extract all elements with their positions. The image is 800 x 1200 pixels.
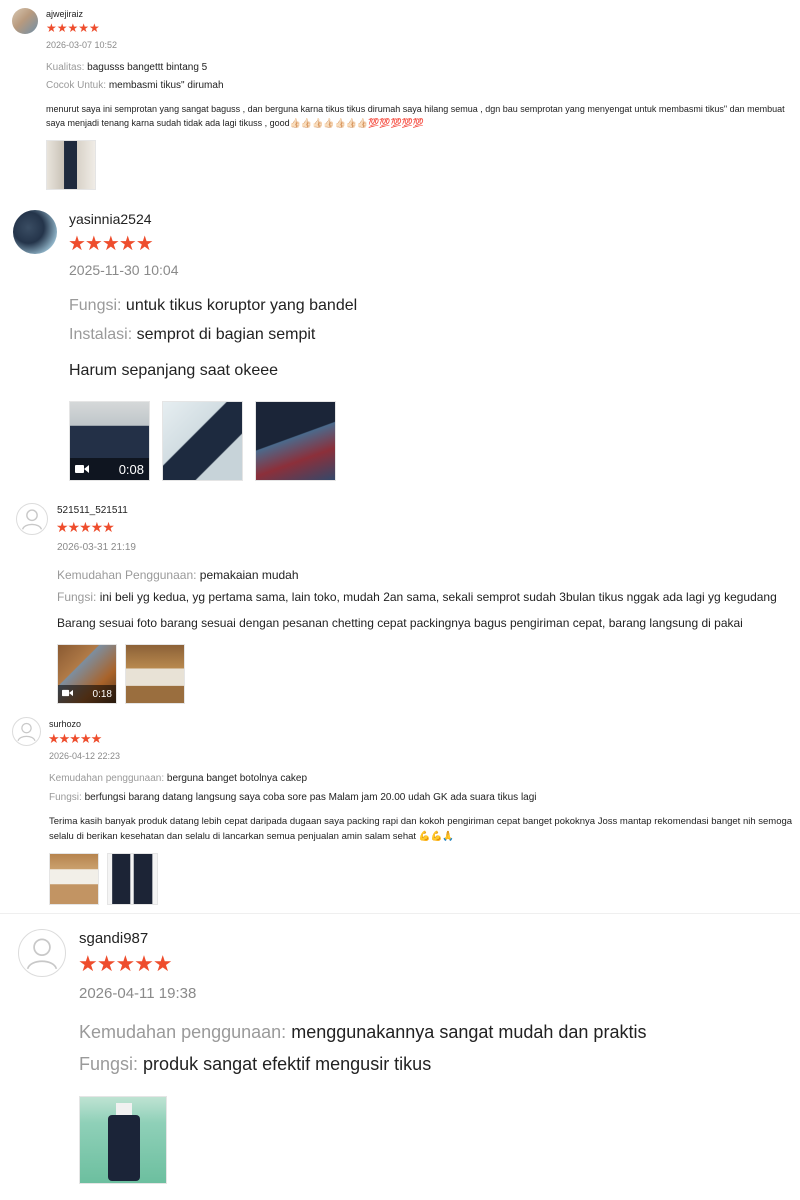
- avatar[interactable]: [12, 8, 38, 34]
- attribute-label: Fungsi:: [69, 297, 122, 314]
- reviewer-username[interactable]: surhozo: [49, 719, 81, 729]
- video-duration: 0:08: [118, 461, 144, 477]
- user-silhouette-icon: [26, 938, 58, 970]
- star-rating: ★★★★★: [48, 731, 102, 746]
- review-text: Harum sepanjang saat okeee: [69, 362, 279, 379]
- attribute-value: untuk tikus koruptor yang bandel: [125, 297, 358, 314]
- review-date: 2026-04-11 19:38: [79, 985, 197, 1002]
- review-attribute: Fungsi: ini beli yg kedua, yg pertama sa…: [57, 590, 777, 604]
- review-date: 2026-03-07 10:52: [46, 40, 118, 50]
- review-text: Terima kasih banyak produk datang lebih …: [49, 816, 793, 842]
- avatar[interactable]: [12, 717, 41, 746]
- star-rating: ★★★★★: [56, 519, 115, 535]
- video-camera-icon: [75, 462, 89, 477]
- user-silhouette-icon: [21, 509, 43, 530]
- attribute-label: Kualitas:: [46, 62, 85, 73]
- review-attribute: Fungsi: untuk tikus koruptor yang bandel: [69, 297, 357, 315]
- review-photo[interactable]: [125, 644, 185, 704]
- avatar[interactable]: [13, 210, 57, 254]
- user-silhouette-icon: [17, 722, 36, 742]
- attribute-label: Fungsi:: [79, 1054, 139, 1074]
- attribute-value: berfungsi barang datang langsung saya co…: [84, 792, 537, 803]
- star-rating: ★★★★★: [46, 21, 100, 35]
- avatar[interactable]: [16, 503, 48, 535]
- attribute-value: menggunakannya sangat mudah dan praktis: [291, 1022, 647, 1042]
- review-attribute: Kemudahan penggunaan: menggunakannya san…: [79, 1022, 646, 1043]
- attribute-label: Instalasi:: [69, 326, 133, 343]
- attribute-label: Kemudahan penggunaan:: [49, 773, 165, 784]
- review-attribute: Fungsi: berfungsi barang datang langsung…: [49, 792, 537, 803]
- review-date: 2026-04-12 22:23: [49, 751, 121, 761]
- review-attribute: Kemudahan penggunaan: berguna banget bot…: [49, 773, 307, 784]
- avatar[interactable]: [18, 929, 66, 977]
- review-attribute: Kemudahan Penggunaan: pemakaian mudah: [57, 568, 299, 582]
- video-camera-icon: [62, 689, 73, 700]
- review-video[interactable]: 0:18: [57, 644, 117, 704]
- attribute-value: membasmi tikus" dirumah: [108, 80, 224, 91]
- review-photo[interactable]: [107, 853, 158, 905]
- review-attribute: Kualitas: bagusss bangettt bintang 5: [46, 62, 207, 73]
- review-photo[interactable]: [46, 140, 96, 190]
- review-photo[interactable]: [79, 1096, 167, 1184]
- review-photo[interactable]: [162, 401, 243, 481]
- review-attribute: Fungsi: produk sangat efektif mengusir t…: [79, 1054, 431, 1075]
- review-attribute: Instalasi: semprot di bagian sempit: [69, 326, 315, 344]
- video-bar: 0:18: [58, 685, 116, 703]
- star-rating: ★★★★★: [78, 951, 173, 976]
- attribute-label: Cocok Untuk:: [46, 80, 107, 91]
- review-video[interactable]: 0:08: [69, 401, 150, 481]
- video-bar: 0:08: [70, 458, 149, 480]
- divider: [0, 913, 800, 914]
- reviewer-username[interactable]: ajwejiraiz: [46, 9, 83, 19]
- reviewer-username[interactable]: yasinnia2524: [69, 211, 152, 227]
- attribute-label: Fungsi:: [49, 792, 82, 803]
- review-attribute: Cocok Untuk: membasmi tikus" dirumah: [46, 80, 224, 91]
- review-text: menurut saya ini semprotan yang sangat b…: [46, 104, 785, 128]
- attribute-value: produk sangat efektif mengusir tikus: [143, 1054, 432, 1074]
- review-date: 2025-11-30 10:04: [69, 262, 179, 278]
- attribute-label: Fungsi:: [57, 590, 97, 604]
- attribute-value: bagusss bangettt bintang 5: [87, 62, 208, 73]
- video-duration: 0:18: [92, 688, 112, 700]
- review-date: 2026-03-31 21:19: [57, 542, 136, 553]
- review-photo[interactable]: [49, 853, 99, 905]
- attribute-label: Kemudahan penggunaan:: [79, 1022, 287, 1042]
- reviewer-username[interactable]: 521511_521511: [57, 505, 128, 516]
- review-photo[interactable]: [255, 401, 336, 481]
- attribute-label: Kemudahan Penggunaan:: [57, 568, 197, 582]
- attribute-value: berguna banget botolnya cakep: [166, 773, 308, 784]
- review-text: Barang sesuai foto barang sesuai dengan …: [57, 616, 743, 630]
- attribute-value: ini beli yg kedua, yg pertama sama, lain…: [99, 590, 777, 604]
- spray-bottle-image: [108, 1103, 140, 1181]
- attribute-value: semprot di bagian sempit: [136, 326, 316, 343]
- star-rating: ★★★★★: [68, 233, 154, 255]
- reviewer-username[interactable]: sgandi987: [79, 930, 148, 947]
- attribute-value: pemakaian mudah: [199, 568, 299, 582]
